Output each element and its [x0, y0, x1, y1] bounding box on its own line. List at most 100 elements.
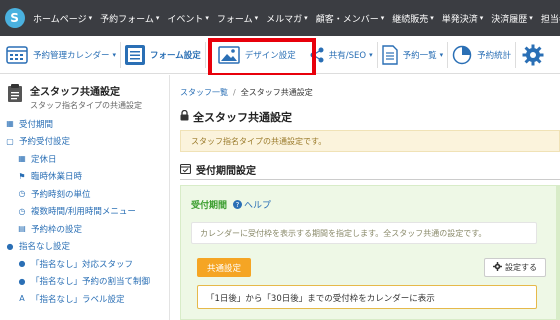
calendar-grid-icon	[6, 45, 28, 64]
nav-item-label: 単発決済	[441, 14, 478, 25]
share-seo-label: 共有/SEO	[328, 50, 367, 61]
design-settings-button[interactable]: デザイン設定	[206, 36, 300, 74]
toolbar: 予約管理カレンダー ▾ フォーム設定 デザイン設定 共有/SEO ▾ 予約一覧 …	[0, 36, 560, 74]
sidebar-subtitle: スタッフ指名タイプの共通設定	[30, 101, 142, 110]
info-message: スタッフ指名タイプの共通設定です。	[180, 130, 560, 152]
calendar-icon: ▦	[6, 119, 14, 129]
user-icon: ●	[6, 241, 14, 251]
form-settings-button[interactable]: フォーム設定	[121, 36, 205, 74]
nav-item-label: 顧客・メンバー	[315, 14, 379, 25]
reservation-stats-label: 予約統計	[477, 50, 512, 61]
chevron-down-icon: ▾	[88, 14, 93, 22]
nav-item-label: イベント	[167, 14, 204, 25]
chevron-down-icon: ▾	[380, 14, 385, 22]
section-title: 受付期間設定	[196, 166, 256, 177]
reservation-stats-button[interactable]: 予約統計	[448, 36, 515, 74]
sidebar-item-label: 臨時休業日時	[31, 172, 83, 183]
sidebar-item[interactable]: ▦ 定休日	[0, 150, 169, 168]
chevron-down-icon: ▾	[205, 14, 209, 22]
font-icon: A	[19, 294, 25, 304]
sidebar-item-label: 「指名なし」予約の割当て制御	[31, 277, 151, 288]
sidebar-item[interactable]: ▢ 予約受付設定	[0, 133, 169, 151]
nav-item-label: 担当者	[540, 14, 560, 25]
configure-button[interactable]: 設定する	[484, 258, 546, 277]
breadcrumb-separator: /	[233, 88, 236, 97]
nav-item[interactable]: メルマガ ▾	[262, 12, 312, 25]
nav-item[interactable]: フォーム ▾	[213, 12, 262, 25]
logo-icon: S	[4, 8, 25, 28]
common-setting-badge: 共通設定	[197, 258, 252, 277]
chevron-down-icon: ▾	[430, 14, 434, 22]
calendar-check-icon	[179, 163, 192, 177]
nav-item[interactable]: 単発決済 ▾	[438, 12, 488, 25]
sidebar-item-label: 「指名なし」対応スタッフ	[31, 259, 134, 270]
panel-title-row: 受付期間 ? ヘルプ	[191, 198, 271, 211]
app-logo[interactable]: S	[0, 0, 29, 36]
calendar-menu-label: 予約管理カレンダー	[33, 50, 110, 61]
help-link[interactable]: ? ヘルプ	[233, 198, 271, 211]
breadcrumb-current: 全スタッフ共通設定	[240, 88, 313, 97]
sidebar-header: 全スタッフ共通設定 スタッフ指名タイプの共通設定	[0, 75, 169, 115]
top-nav-bar: S ホームページ ▾ 予約フォーム ▾ イベント ▾ フォーム ▾ メルマガ ▾ 顧客・メンバー ▾ 継…	[0, 0, 560, 36]
nav-item-label: フォーム	[216, 14, 253, 25]
nav-item-label: 継続販売	[392, 14, 429, 25]
sidebar-item-label: 指名なし設定	[19, 242, 71, 253]
lock-icon	[180, 109, 189, 124]
sidebar: 全スタッフ共通設定 スタッフ指名タイプの共通設定 ▦ 受付期間 ▢ 予約受付設定 ▦ 定休…	[0, 75, 170, 320]
users-icon: ●	[18, 276, 26, 286]
calendar-menu-button[interactable]: 予約管理カレンダー ▾	[0, 36, 120, 74]
form-settings-icon	[125, 44, 146, 65]
sidebar-item-label: 定休日	[31, 154, 57, 165]
nav-item[interactable]: イベント ▾	[163, 12, 213, 25]
sidebar-item-label: 「指名なし」ラベル設定	[31, 294, 125, 305]
sidebar-item[interactable]: ● 指名なし設定	[0, 238, 169, 256]
chevron-down-icon: ▾	[529, 14, 533, 22]
chevron-down-icon: ▾	[304, 14, 308, 22]
nav-item[interactable]: 継続販売 ▾	[388, 12, 438, 25]
sidebar-item[interactable]: A 「指名なし」ラベル設定	[0, 290, 169, 308]
chevron-down-icon: ▾	[439, 50, 444, 59]
current-setting-description: 「1日後」から「30日後」までの受付枠をカレンダーに表示	[197, 285, 537, 309]
nav-item[interactable]: 予約フォーム ▾	[96, 12, 163, 25]
main-content: スタッフ一覧 / 全スタッフ共通設定 全スタッフ共通設定 スタッフ指名タイプの共通設…	[170, 75, 560, 320]
reservation-list-label: 予約一覧	[402, 50, 437, 61]
design-settings-label: デザイン設定	[244, 50, 296, 61]
table-icon: ▤	[18, 224, 26, 234]
sidebar-item[interactable]: ● 「指名なし」対応スタッフ	[0, 255, 169, 273]
square-icon: ▢	[6, 136, 14, 146]
breadcrumb-staff-list-link[interactable]: スタッフ一覧	[180, 88, 228, 97]
clock-icon: ◷	[18, 189, 26, 199]
sidebar-item[interactable]: ● 「指名なし」予約の割当て制御	[0, 273, 169, 291]
nav-item[interactable]: 担当者▾	[537, 12, 560, 25]
sidebar-item[interactable]: ◷ 予約時刻の単位	[0, 185, 169, 203]
sidebar-item[interactable]: ⚑ 臨時休業日時	[0, 168, 169, 186]
nav-item-label: ホームページ	[33, 14, 87, 25]
sidebar-title: 全スタッフ共通設定	[30, 87, 120, 98]
sidebar-item[interactable]: ▦ 受付期間	[0, 115, 169, 133]
nav-item[interactable]: 決済履歴 ▾	[487, 12, 537, 25]
nav-menu: ホームページ ▾ 予約フォーム ▾ イベント ▾ フォーム ▾ メルマガ ▾ 顧客・メンバー ▾ 継続販…	[29, 12, 560, 25]
chevron-down-icon: ▾	[479, 14, 484, 22]
reception-period-panel: 受付期間 ? ヘルプ カレンダーに受付枠を表示する期間を指定します。全スタッフ共…	[180, 185, 560, 320]
share-seo-button[interactable]: 共有/SEO ▾	[300, 36, 377, 74]
share-icon	[310, 47, 324, 62]
nav-item[interactable]: 顧客・メンバー ▾	[312, 12, 389, 25]
help-icon: ?	[233, 200, 243, 209]
sidebar-item[interactable]: ◷ 複数時間/利用時間メニュー	[0, 203, 169, 221]
chevron-down-icon: ▾	[155, 14, 160, 22]
gear-icon	[493, 262, 502, 273]
help-label: ヘルプ	[244, 201, 272, 211]
document-icon	[381, 44, 398, 65]
nav-item[interactable]: ホームページ ▾	[29, 12, 96, 25]
nav-item-label: 決済履歴	[491, 14, 528, 25]
sidebar-item[interactable]: ▤ 予約枠の設定	[0, 220, 169, 238]
pie-chart-icon	[452, 45, 472, 64]
settings-button[interactable]	[516, 36, 548, 74]
clipboard-icon	[8, 84, 22, 102]
nav-item-label: 予約フォーム	[100, 14, 154, 25]
breadcrumb: スタッフ一覧 / 全スタッフ共通設定	[180, 87, 313, 98]
chevron-down-icon: ▾	[254, 14, 259, 22]
panel-title: 受付期間	[191, 201, 228, 211]
reservation-list-button[interactable]: 予約一覧 ▾	[378, 36, 448, 74]
form-settings-label: フォーム設定	[150, 50, 201, 61]
